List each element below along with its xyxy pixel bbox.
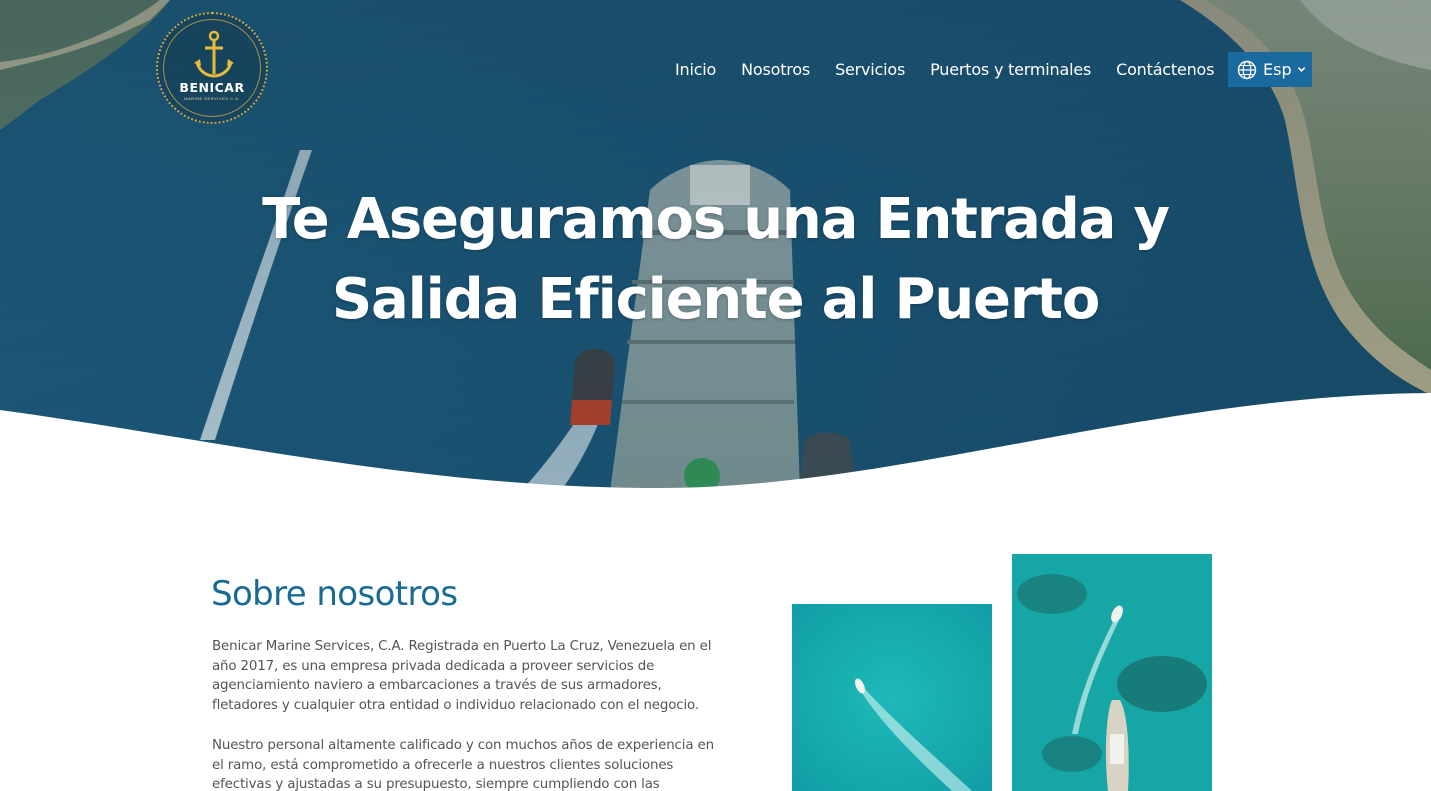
aerial-boats-reef-photo [1012, 554, 1212, 791]
anchor-icon [194, 30, 234, 78]
globe-icon [1237, 60, 1257, 79]
aerial-boat-photo [792, 604, 992, 791]
nav-item-nosotros[interactable]: Nosotros [741, 60, 810, 79]
language-label: Esp [1263, 60, 1292, 79]
language-selector[interactable]: Esp [1228, 52, 1312, 87]
logo-brand-subtitle: MARINE SERVICES C.A. [184, 96, 240, 101]
nav-item-inicio[interactable]: Inicio [675, 60, 716, 79]
about-paragraph-1: Benicar Marine Services, C.A. Registrada… [212, 639, 712, 713]
benicar-logo[interactable]: BENICAR MARINE SERVICES C.A. [156, 12, 268, 124]
hero-title-line-2: Salida Eficiente al Puerto [331, 267, 1100, 332]
about-heading: Sobre nosotros [211, 574, 458, 614]
hero-title-line-1: Te Aseguramos una Entrada y [262, 187, 1170, 252]
logo-brand-name: BENICAR [179, 80, 245, 95]
nav-item-servicios[interactable]: Servicios [835, 60, 905, 79]
hero-title: Te Aseguramos una Entrada y Salida Efici… [0, 180, 1431, 340]
main-nav: Inicio Nosotros Servicios Puertos y term… [675, 58, 1239, 80]
chevron-down-icon [1297, 67, 1305, 72]
nav-item-contactenos[interactable]: Contáctenos [1116, 60, 1214, 79]
nav-item-puertos-y-terminales[interactable]: Puertos y terminales [930, 60, 1091, 79]
about-paragraph-2: Nuestro personal altamente calificado y … [212, 738, 714, 791]
